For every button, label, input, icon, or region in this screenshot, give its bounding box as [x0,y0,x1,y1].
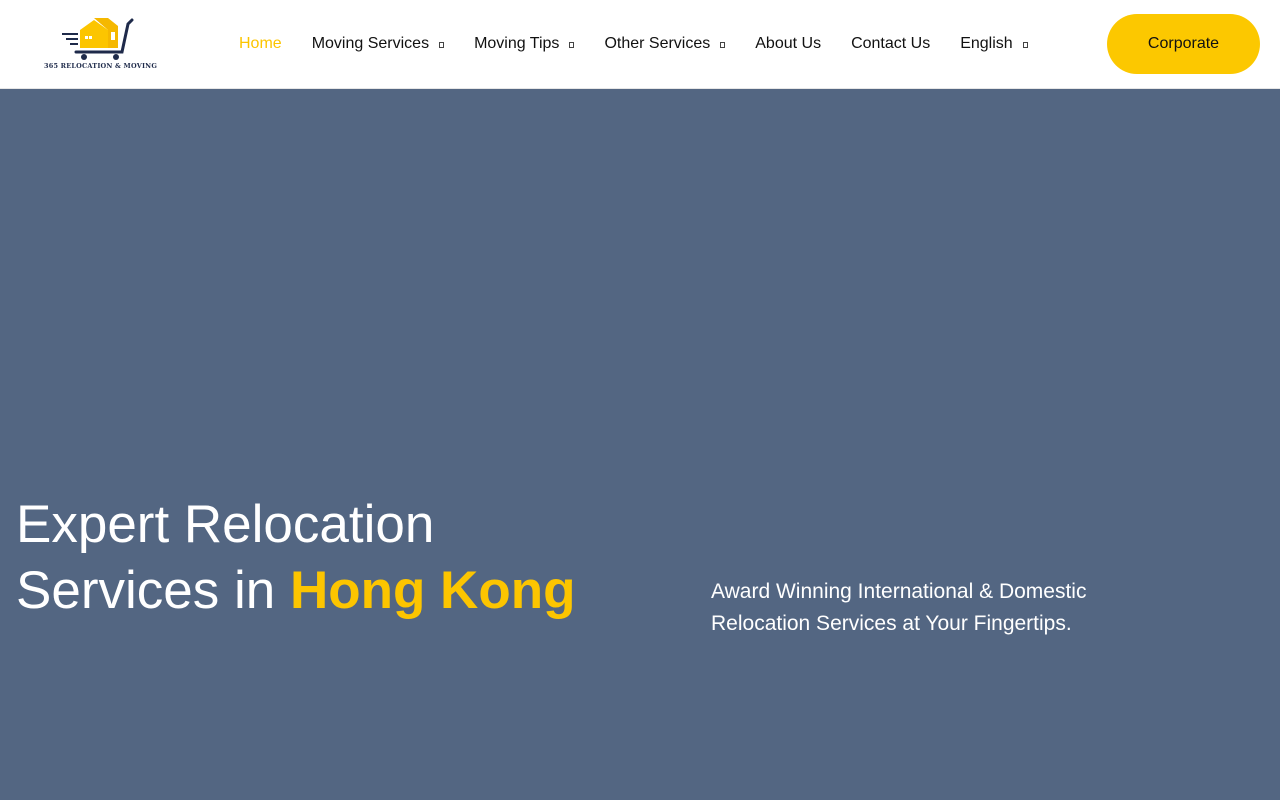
moving-cart-house-icon [62,18,134,60]
nav-item-contact-us[interactable]: Contact Us [851,34,930,54]
chevron-down-icon [1022,42,1028,48]
language-selector[interactable]: English [960,34,1028,54]
nav-item-label: Moving Tips [474,35,560,52]
language-label: English [960,35,1013,52]
hero-section: Expert Relocation Services in Hong Kong … [0,89,1280,800]
site-header: 365 RELOCATION & MOVING Home Moving Serv… [0,0,1280,89]
chevron-down-icon [720,42,726,48]
nav-item-label: Home [239,35,282,52]
site-logo[interactable]: 365 RELOCATION & MOVING [44,14,158,74]
corporate-button[interactable]: Corporate [1107,14,1260,74]
hero-subtitle-line2: Relocation Services at Your Fingertips. [711,612,1072,635]
logo-text: 365 RELOCATION & MOVING [44,62,158,70]
chevron-down-icon [569,42,575,48]
nav-item-label: About Us [755,35,822,52]
main-nav: Home Moving Services Moving Tips Other S… [239,33,1028,55]
hero-subtitle-line1: Award Winning International & Domestic [711,580,1087,603]
nav-item-label: Contact Us [851,35,931,52]
hero-title-line2: Services in Hong Kong [16,558,575,624]
hero-title-line1: Expert Relocation [16,495,435,554]
chevron-down-icon [439,42,445,48]
nav-item-moving-services[interactable]: Moving Services [311,34,445,54]
hero-title-highlight: Hong Kong [289,561,576,620]
nav-item-label: Moving Services [311,35,430,52]
hero-subtitle: Award Winning International & Domestic R… [711,576,1171,640]
hero-title: Expert Relocation Services in Hong Kong [16,492,575,624]
nav-item-about-us[interactable]: About Us [755,34,821,54]
nav-item-label: Other Services [604,35,711,52]
nav-item-other-services[interactable]: Other Services [604,34,726,54]
nav-item-moving-tips[interactable]: Moving Tips [474,34,575,54]
hero-title-prefix: Services in [16,561,290,620]
nav-item-home[interactable]: Home [239,34,282,54]
